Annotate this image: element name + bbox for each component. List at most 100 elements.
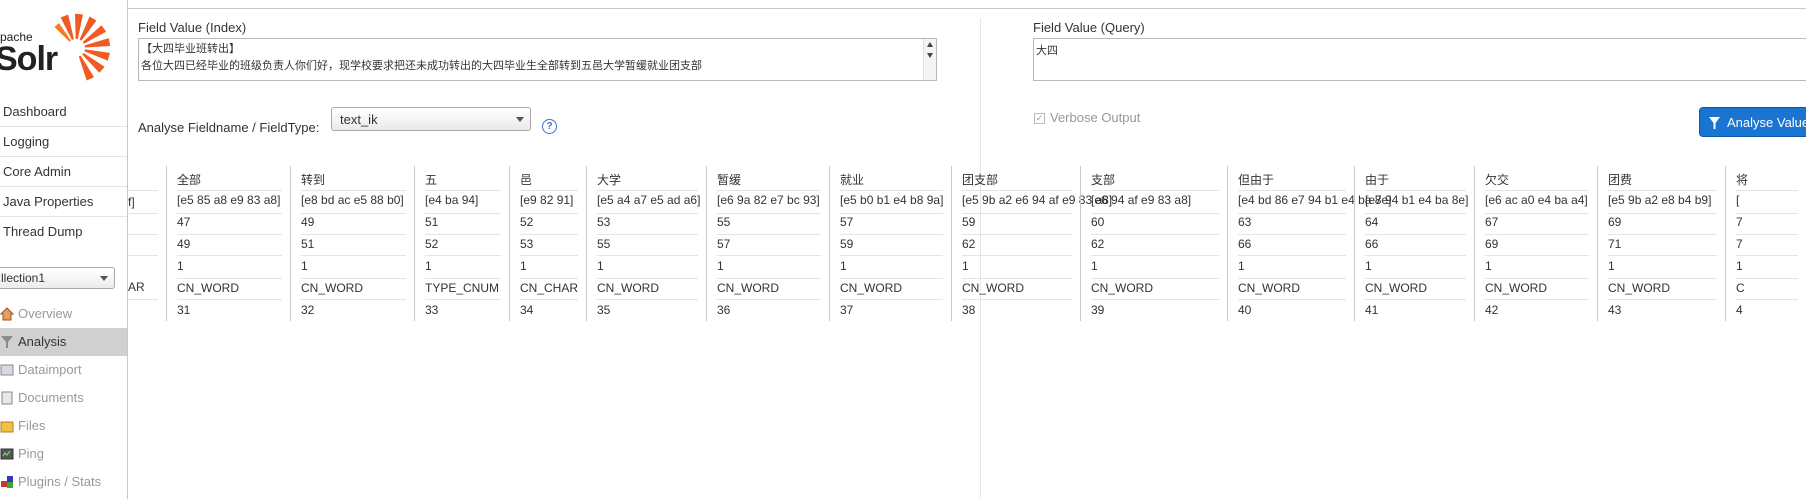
- token-start-offset: 67: [1485, 215, 1499, 229]
- row-divider: [1091, 234, 1219, 235]
- token-start-offset: 47: [177, 215, 191, 229]
- analysis-panel: Field Value (Index) 【大四毕业班转出】 各位大四已经毕业的班…: [128, 0, 1806, 499]
- token-end-offset: 51: [301, 237, 315, 251]
- row-divider: [717, 213, 821, 214]
- analysis-token-table: f] AR 全部 [e5 85 a8 e9 83 a8] 47 49 1 CN_WORD 3…: [128, 166, 1806, 321]
- help-icon[interactable]: ?: [542, 119, 557, 134]
- row-divider: [301, 255, 406, 256]
- index-value-textarea[interactable]: 【大四毕业班转出】 各位大四已经毕业的班级负责人你们好，现学校要求把还未成功转出…: [138, 38, 937, 81]
- nav-java-properties[interactable]: Java Properties: [0, 188, 127, 217]
- token-position-increment: 1: [177, 259, 184, 273]
- token-end-offset: 66: [1365, 237, 1379, 251]
- token-position-increment: 1: [717, 259, 724, 273]
- core-item-ping[interactable]: Ping: [0, 440, 127, 468]
- row-divider: [962, 234, 1072, 235]
- row-divider: [177, 213, 282, 214]
- token-column: 就业 [e5 b0 b1 e4 b8 9a] 57 59 1 CN_WORD 37: [829, 166, 951, 321]
- nav-logging[interactable]: Logging: [0, 128, 127, 157]
- nav-core-admin[interactable]: Core Admin: [0, 158, 127, 187]
- token-position: 42: [1485, 303, 1499, 317]
- core-selector[interactable]: llection1: [0, 267, 115, 289]
- row-divider: [1091, 299, 1219, 300]
- core-item-analysis[interactable]: Analysis: [0, 328, 127, 356]
- token-type: CN_WORD: [301, 281, 363, 295]
- verbose-output-toggle[interactable]: ✓ Verbose Output: [1034, 110, 1140, 125]
- row-divider: [1365, 234, 1466, 235]
- token-start-offset: 49: [301, 215, 315, 229]
- token-column: 欠交 [e6 ac a0 e4 ba a4] 67 69 1 CN_WORD 42: [1474, 166, 1597, 321]
- index-value-line: 各位大四已经毕业的班级负责人你们好，现学校要求把还未成功转出的大四毕业生全部转到…: [141, 60, 702, 72]
- token-position-increment: 1: [1736, 259, 1743, 273]
- row-divider: [1736, 213, 1798, 214]
- token-start-offset: 53: [597, 215, 611, 229]
- core-item-label: Overview: [18, 306, 73, 321]
- token-end-offset: 53: [520, 237, 534, 251]
- documents-icon: [1, 391, 13, 405]
- analyse-values-label: Analyse Values: [1727, 115, 1806, 130]
- query-value-textarea[interactable]: 大四: [1033, 38, 1806, 81]
- token-bytes: [e6 94 af e9 83 a8]: [1091, 193, 1192, 207]
- core-item-label: Dataimport: [18, 362, 82, 377]
- row-divider: [1736, 278, 1798, 279]
- token-text: 支部: [1091, 173, 1116, 187]
- token-position: 36: [717, 303, 731, 317]
- token-start-offset: 59: [962, 215, 976, 229]
- token-bytes: [e7 94 b1 e4 ba 8e]: [1365, 193, 1469, 207]
- token-position: 38: [962, 303, 976, 317]
- row-divider: [128, 299, 158, 300]
- row-divider: [425, 278, 501, 279]
- index-scrollbar[interactable]: [923, 39, 936, 80]
- core-item-documents[interactable]: Documents: [0, 384, 127, 412]
- core-item-overview[interactable]: Overview: [0, 300, 127, 328]
- row-divider: [1736, 190, 1798, 191]
- core-item-files[interactable]: Files: [0, 412, 127, 440]
- token-end-offset: 55: [597, 237, 611, 251]
- fieldtype-select[interactable]: text_ik: [331, 107, 531, 131]
- scroll-up-icon: [927, 42, 933, 47]
- row-divider: [177, 190, 282, 191]
- filter-icon: [1709, 117, 1720, 129]
- row-divider: [301, 278, 406, 279]
- core-item-dataimport[interactable]: Dataimport: [0, 356, 127, 384]
- row-divider: [597, 278, 698, 279]
- core-item-plugins-stats[interactable]: Plugins / Stats: [0, 468, 127, 496]
- fieldtype-label: Analyse Fieldname / FieldType:: [138, 120, 320, 135]
- token-text: 将: [1736, 173, 1749, 187]
- nav-label: Java Properties: [3, 194, 94, 209]
- analyse-values-button[interactable]: Analyse Values: [1699, 107, 1806, 137]
- nav-label: Logging: [3, 134, 50, 149]
- nav-thread-dump[interactable]: Thread Dump: [0, 218, 127, 247]
- row-divider: [520, 190, 578, 191]
- row-divider: [1736, 234, 1798, 235]
- token-type: CN_WORD: [840, 281, 902, 295]
- scroll-down-icon: [927, 53, 933, 58]
- row-divider: [717, 278, 821, 279]
- row-divider: [840, 278, 943, 279]
- row-divider: [301, 213, 406, 214]
- chevron-down-icon: [100, 276, 108, 281]
- token-column: 团费 [e5 9b a2 e8 b4 b9] 69 71 1 CN_WORD 43: [1597, 166, 1725, 321]
- row-divider: [128, 234, 158, 235]
- token-position: 39: [1091, 303, 1105, 317]
- row-divider: [1238, 299, 1346, 300]
- row-divider: [717, 255, 821, 256]
- token-position-increment: 1: [1238, 259, 1245, 273]
- token-text: 欠交: [1485, 173, 1510, 187]
- row-divider: [177, 278, 282, 279]
- row-divider: [1608, 234, 1717, 235]
- token-text: 转到: [301, 173, 326, 187]
- token-position-increment: 1: [840, 259, 847, 273]
- token-type: C: [1736, 281, 1745, 295]
- row-divider: [520, 234, 578, 235]
- token-position: 41: [1365, 303, 1379, 317]
- solr-logo[interactable]: pache Solr: [0, 12, 127, 84]
- verbose-checkbox[interactable]: ✓: [1034, 113, 1045, 125]
- row-divider: [840, 299, 943, 300]
- row-divider: [1238, 278, 1346, 279]
- nav-dashboard[interactable]: Dashboard: [0, 98, 127, 127]
- row-divider: [962, 190, 1072, 191]
- token-column: 大学 [e5 a4 a7 e5 ad a6] 53 55 1 CN_WORD 35: [586, 166, 706, 321]
- home-icon: [0, 307, 14, 321]
- token-type: CN_WORD: [1608, 281, 1670, 295]
- row-divider: [1365, 213, 1466, 214]
